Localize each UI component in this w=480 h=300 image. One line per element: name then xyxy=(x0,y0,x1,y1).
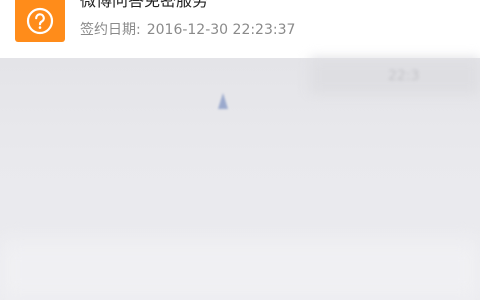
question-mark-icon xyxy=(26,7,54,35)
sign-date: 签约日期: 2016-12-30 22:23:37 xyxy=(80,20,295,40)
blurred-patch xyxy=(0,240,480,300)
sign-date-label: 签约日期: xyxy=(80,22,141,38)
contract-card[interactable]: 微博问答免密服务 签约日期: 2016-12-30 22:23:37 xyxy=(0,0,480,58)
blurred-marker xyxy=(218,93,228,109)
service-icon xyxy=(15,0,65,42)
sign-date-value: 2016-12-30 22:23:37 xyxy=(146,22,296,38)
service-name: 微博问答免密服务 xyxy=(80,0,209,10)
blurred-time-text: 22:3 xyxy=(388,68,420,84)
